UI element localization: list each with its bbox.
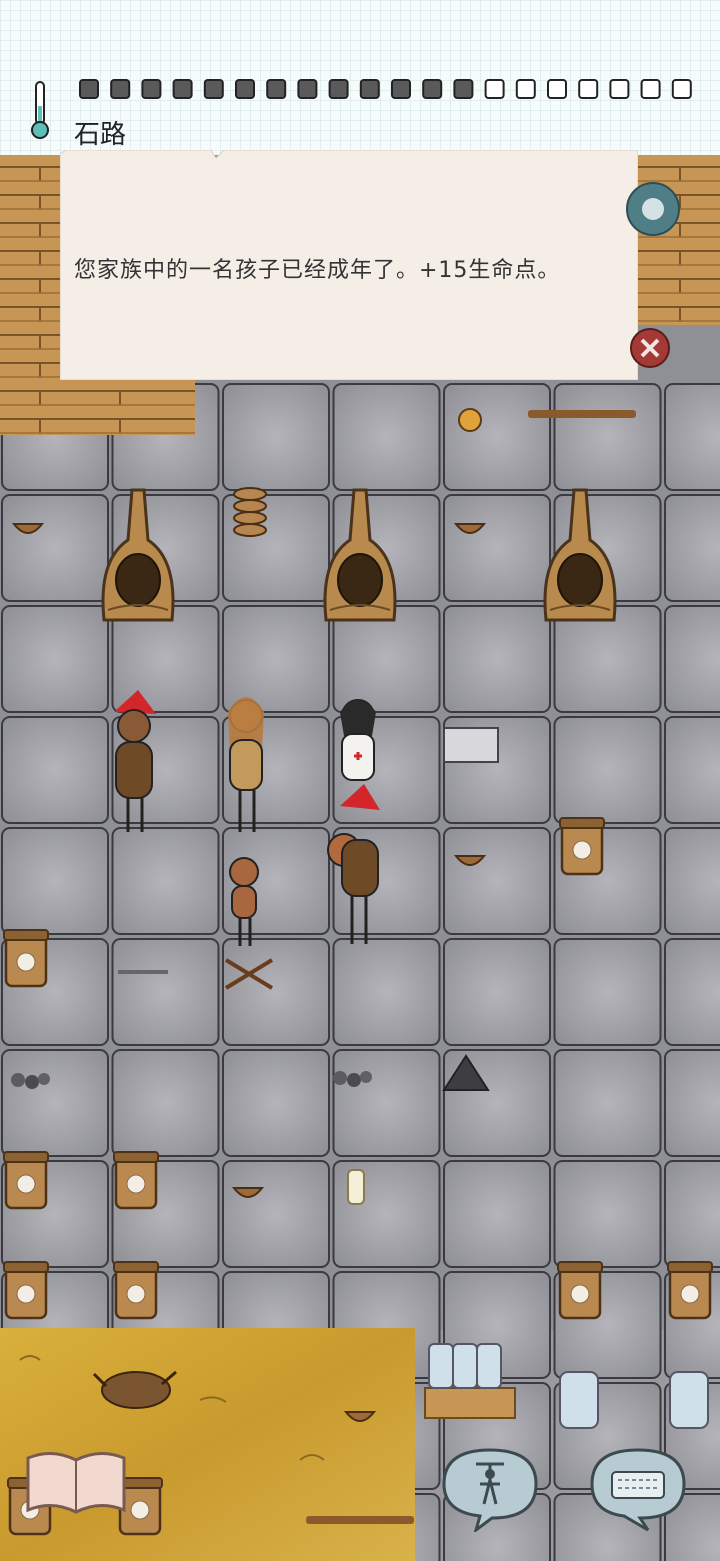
- floor-tile[interactable]: [553, 1049, 662, 1157]
- food-pip-icon: [515, 79, 536, 99]
- floor-tile[interactable]: [553, 716, 662, 824]
- food-pip-icon: [547, 79, 567, 99]
- floor-tile[interactable]: [664, 605, 720, 713]
- food-pip-icon: [640, 79, 661, 99]
- floor-tile[interactable]: [443, 1160, 551, 1268]
- crock-2: [2, 928, 50, 988]
- floor-tile[interactable]: [111, 605, 220, 713]
- food-pip-icon: [391, 79, 411, 99]
- milk-bottle: [347, 1169, 365, 1205]
- floor-tile[interactable]: [332, 383, 441, 491]
- crock-6: [112, 1260, 160, 1320]
- floor-tile[interactable]: [664, 1160, 720, 1268]
- food-pip-icon: [453, 79, 474, 99]
- floor-tile[interactable]: [222, 1160, 330, 1268]
- floor-tile[interactable]: [443, 827, 551, 935]
- floor-tile[interactable]: [664, 383, 720, 491]
- food-pip-icon: [203, 79, 224, 99]
- floor-tile[interactable]: [111, 1049, 220, 1157]
- floor-tile[interactable]: [664, 716, 720, 824]
- crock-1: [558, 816, 606, 876]
- emote-button[interactable]: [436, 1444, 544, 1532]
- notice-message: 您家族中的一名孩子已经成年了。+15生命点。: [74, 258, 561, 283]
- long-shaft: [528, 410, 636, 418]
- floor-tile[interactable]: [222, 383, 330, 491]
- floor-tile[interactable]: [222, 1049, 330, 1157]
- floor-tile[interactable]: [664, 938, 720, 1046]
- food-pip-icon: [110, 79, 131, 99]
- long-shaft-2: [306, 1516, 414, 1524]
- crock-3: [2, 1150, 50, 1210]
- tech-tree-button[interactable]: [24, 1448, 128, 1518]
- location-label: 石路: [74, 120, 127, 150]
- food-pip-icon: [235, 79, 255, 99]
- food-pip-icon: [328, 79, 349, 99]
- floor-tile[interactable]: [664, 1049, 720, 1157]
- floor-tile[interactable]: [1, 1049, 109, 1157]
- gear-icon: [626, 182, 680, 236]
- crock-7: [556, 1260, 604, 1320]
- crock-4: [112, 1150, 160, 1210]
- floor-tile[interactable]: [443, 494, 551, 602]
- floor-tile[interactable]: [553, 383, 662, 491]
- floor-tile[interactable]: [1, 827, 109, 935]
- berry: [458, 408, 482, 432]
- floor-tile[interactable]: [664, 827, 720, 935]
- food-pip-icon: [297, 79, 318, 99]
- food-pip-icon: [359, 79, 380, 99]
- settings-button[interactable]: [624, 176, 682, 242]
- food-pip-icon: [422, 79, 443, 99]
- keyboard-icon: [590, 1448, 686, 1532]
- close-icon: [630, 328, 670, 368]
- jar-shelf: [424, 1343, 516, 1419]
- floor-tile[interactable]: [332, 605, 441, 713]
- floor-tile[interactable]: [443, 383, 551, 491]
- glass-jar-2: [669, 1371, 709, 1429]
- floor-tile[interactable]: [553, 605, 662, 713]
- food-pip-icon: [484, 79, 505, 99]
- food-pip-icon: [79, 79, 99, 99]
- floor-tile[interactable]: [443, 938, 551, 1046]
- grass-ground: [0, 1328, 415, 1561]
- villager-nurse: [340, 699, 376, 781]
- floor-tile[interactable]: [664, 494, 720, 602]
- floor-tile[interactable]: [111, 827, 220, 935]
- crock-5: [2, 1260, 50, 1320]
- food-pip-icon: [141, 79, 162, 99]
- floor-tile[interactable]: [1, 605, 109, 713]
- floor-tile[interactable]: [222, 605, 330, 713]
- chat-button[interactable]: [584, 1444, 692, 1532]
- floor-tile[interactable]: [111, 938, 220, 1046]
- food-pip-icon: [609, 79, 630, 99]
- puppet-icon: [442, 1448, 538, 1532]
- open-book-icon: [26, 1452, 126, 1514]
- flat-stones: [443, 727, 499, 763]
- floor-tile[interactable]: [1, 494, 109, 602]
- floor-tile[interactable]: [443, 605, 551, 713]
- food-pip-icon: [671, 79, 692, 99]
- food-pip-icon: [172, 79, 193, 99]
- game-viewport[interactable]: 石路 您家族中的一名孩子已经成年了。+15生命点。: [0, 0, 720, 1561]
- food-pip-icon: [266, 79, 287, 99]
- food-pip-icon: [578, 79, 599, 99]
- floor-tile[interactable]: [332, 1049, 441, 1157]
- floor-tile[interactable]: [553, 1160, 662, 1268]
- floor-tile[interactable]: [1, 716, 109, 824]
- glass-jar-1: [559, 1371, 599, 1429]
- floor-tile[interactable]: [553, 938, 662, 1046]
- close-button[interactable]: [628, 326, 672, 370]
- crock-8: [666, 1260, 714, 1320]
- floor-tile[interactable]: [332, 938, 441, 1046]
- floor-tile[interactable]: [222, 938, 330, 1046]
